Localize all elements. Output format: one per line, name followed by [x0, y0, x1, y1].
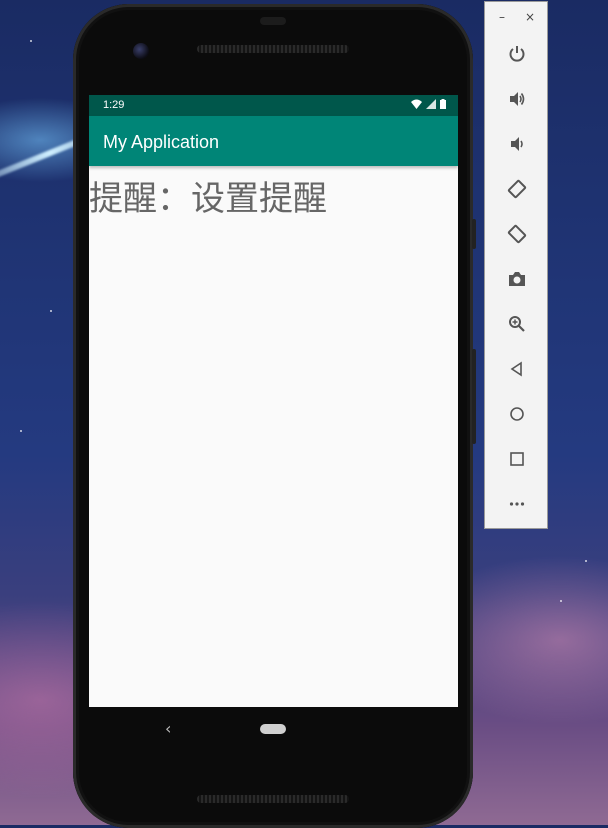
emulator-toolbar: – ×: [484, 1, 548, 529]
signal-icon: [426, 99, 436, 109]
app-title: My Application: [103, 132, 220, 152]
earpiece: [260, 17, 286, 25]
zoom-icon[interactable]: [504, 311, 530, 337]
volume-up-icon[interactable]: [504, 86, 530, 112]
rotate-left-icon[interactable]: [504, 176, 530, 202]
camera-icon[interactable]: [504, 266, 530, 292]
close-button[interactable]: ×: [525, 10, 535, 24]
bottom-speaker: [197, 795, 349, 803]
device-screen: 1:29 My Application 提醒：设置提醒: [89, 95, 458, 707]
app-bar: My Application: [89, 116, 458, 166]
star: [30, 40, 32, 42]
overview-icon[interactable]: [504, 446, 530, 472]
star: [585, 560, 587, 562]
power-icon[interactable]: [504, 41, 530, 67]
top-speaker: [197, 45, 349, 53]
wifi-icon: [411, 99, 422, 109]
star: [50, 310, 52, 312]
status-time: 1:29: [103, 99, 125, 111]
star: [20, 430, 22, 432]
status-bar: 1:29: [89, 95, 458, 116]
star: [560, 600, 562, 602]
volume-down-icon[interactable]: [504, 131, 530, 157]
rotate-right-icon[interactable]: [504, 221, 530, 247]
side-button: [472, 349, 476, 444]
side-button: [472, 219, 476, 249]
front-camera: [133, 43, 149, 59]
home-icon[interactable]: [504, 401, 530, 427]
reminder-text: 提醒：设置提醒: [89, 179, 327, 219]
back-icon[interactable]: [504, 356, 530, 382]
status-icons: [411, 99, 446, 109]
more-icon[interactable]: [504, 491, 530, 517]
battery-icon: [440, 99, 446, 109]
nav-bar: ‹: [89, 707, 458, 751]
minimize-button[interactable]: –: [499, 10, 505, 24]
nav-home-icon[interactable]: [260, 724, 286, 734]
nav-back-icon[interactable]: ‹: [165, 719, 171, 738]
